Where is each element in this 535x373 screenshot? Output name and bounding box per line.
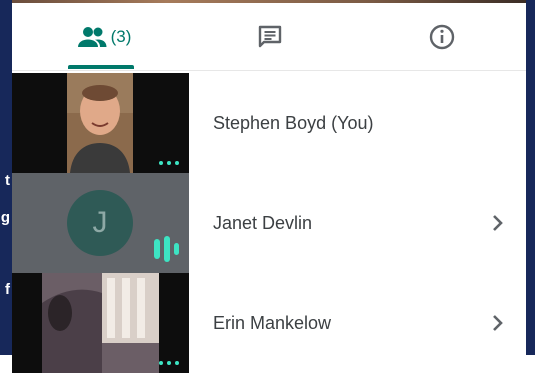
participant-name: Stephen Boyd (You)	[213, 112, 374, 133]
participant-video-tile	[12, 73, 189, 173]
chevron-right-icon[interactable]	[488, 211, 508, 235]
sidebar-text-fragment: t	[5, 172, 10, 189]
active-tab-indicator	[68, 65, 134, 69]
sidebar-text-fragment: g	[0, 209, 10, 226]
chevron-right-icon[interactable]	[488, 311, 508, 335]
participant-video-thumbnail	[12, 273, 189, 373]
tab-chat[interactable]	[240, 3, 300, 70]
participant-avatar-tile: J	[12, 173, 189, 273]
participant-video-tile	[12, 273, 189, 373]
participant-row[interactable]: Stephen Boyd (You)	[12, 73, 526, 173]
participant-count: (3)	[110, 26, 132, 46]
speaking-indicator-icon	[154, 236, 179, 262]
right-edge	[526, 0, 535, 355]
participant-name: Erin Mankelow	[213, 312, 332, 333]
participants-panel: (3) Stephen Boyd (You) J Janet Devlin Er…	[12, 3, 526, 373]
participant-video-thumbnail	[12, 73, 189, 173]
tab-info[interactable]	[412, 3, 472, 70]
more-options-icon[interactable]	[159, 161, 179, 165]
participant-name: Janet Devlin	[213, 212, 313, 233]
tab-people[interactable]: (3)	[64, 3, 144, 70]
more-options-icon[interactable]	[159, 361, 179, 365]
avatar: J	[67, 190, 133, 256]
sidebar-text-fragment: f	[5, 281, 10, 298]
avatar-initial: J	[92, 206, 108, 239]
participant-row[interactable]: J Janet Devlin	[12, 173, 526, 273]
participant-row[interactable]: Erin Mankelow	[12, 273, 526, 373]
panel-tabs: (3)	[12, 3, 526, 71]
info-icon	[429, 24, 455, 49]
chat-icon	[258, 25, 282, 47]
left-sidebar-edge: t g f	[0, 0, 12, 355]
people-icon	[77, 26, 107, 47]
